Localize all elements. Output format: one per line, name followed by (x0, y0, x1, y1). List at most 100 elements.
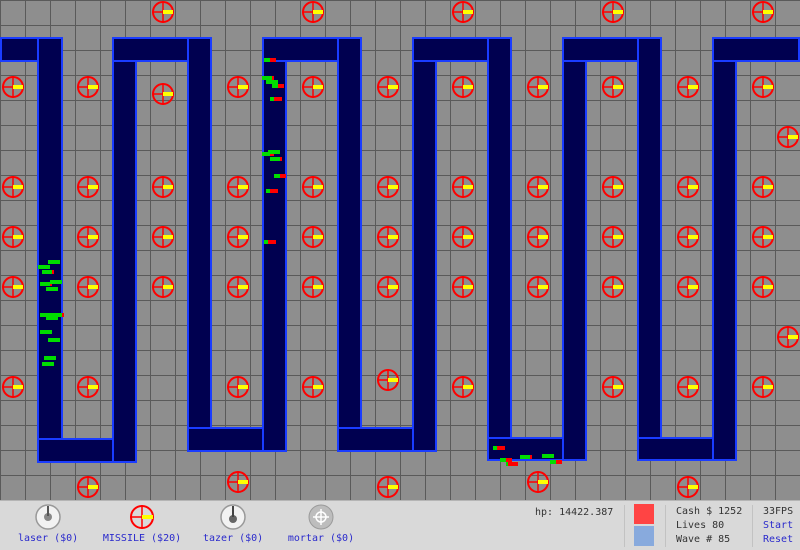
missile-tower[interactable] (751, 275, 775, 299)
game-board[interactable] (0, 0, 800, 500)
missile-tower[interactable] (301, 225, 325, 249)
missile-tower[interactable] (601, 175, 625, 199)
missile-tower[interactable] (526, 470, 550, 494)
divider (624, 505, 625, 547)
missile-tower[interactable] (76, 175, 100, 199)
missile-tower[interactable] (451, 375, 475, 399)
missile-tower[interactable] (451, 275, 475, 299)
missile-tower[interactable] (526, 225, 550, 249)
path-segment (487, 37, 512, 461)
shop-mortar-button[interactable]: mortar ($0) (285, 503, 357, 544)
missile-tower[interactable] (76, 475, 100, 499)
missile-tower[interactable] (601, 375, 625, 399)
missile-tower[interactable] (601, 75, 625, 99)
missile-tower[interactable] (301, 375, 325, 399)
missile-tower[interactable] (526, 175, 550, 199)
missile-tower[interactable] (526, 275, 550, 299)
missile-tower[interactable] (301, 175, 325, 199)
divider (665, 505, 666, 547)
missile-tower[interactable] (151, 275, 175, 299)
missile-tower[interactable] (376, 225, 400, 249)
missile-tower[interactable] (226, 175, 250, 199)
missile-tower[interactable] (676, 75, 700, 99)
missile-tower[interactable] (776, 325, 800, 349)
missile-tower[interactable] (301, 0, 325, 24)
missile-tower[interactable] (676, 475, 700, 499)
missile-turret-icon (130, 505, 154, 529)
reset-button[interactable]: Reset (763, 534, 793, 545)
missile-tower[interactable] (526, 75, 550, 99)
path-segment (37, 37, 63, 463)
missile-tower[interactable] (76, 375, 100, 399)
shop-missile-button[interactable]: MISSILE ($20) (100, 503, 184, 544)
laser-turret-icon (35, 504, 61, 530)
missile-tower[interactable] (151, 175, 175, 199)
missile-tower[interactable] (451, 225, 475, 249)
shop-mortar-label: mortar ($0) (287, 533, 355, 544)
missile-tower[interactable] (601, 0, 625, 24)
creep-health-bar (48, 260, 60, 264)
shop-tazer-button[interactable]: tazer ($0) (203, 503, 263, 544)
shop-tazer-label: tazer ($0) (203, 533, 264, 544)
missile-tower[interactable] (376, 275, 400, 299)
missile-tower[interactable] (601, 225, 625, 249)
red-color-swatch (634, 504, 654, 524)
path-segment (337, 37, 362, 452)
missile-tower[interactable] (226, 275, 250, 299)
creep-health-bar (542, 454, 554, 458)
missile-tower[interactable] (601, 275, 625, 299)
missile-tower[interactable] (451, 75, 475, 99)
missile-tower[interactable] (376, 475, 400, 499)
creep-health-bar (270, 157, 282, 161)
creep-health-bar (268, 150, 280, 154)
mortar-turret-icon (308, 504, 334, 530)
creep-health-bar (264, 240, 276, 244)
missile-tower[interactable] (1, 275, 25, 299)
creep-health-bar (40, 330, 52, 334)
missile-tower[interactable] (376, 368, 400, 392)
missile-tower[interactable] (151, 0, 175, 24)
missile-tower[interactable] (1, 375, 25, 399)
shop-laser-button[interactable]: laser ($0) (18, 503, 78, 544)
missile-tower[interactable] (676, 275, 700, 299)
missile-tower[interactable] (151, 82, 175, 106)
path-segment (712, 37, 800, 62)
missile-tower[interactable] (676, 225, 700, 249)
blue-color-swatch (634, 526, 654, 546)
missile-tower[interactable] (76, 225, 100, 249)
start-button[interactable]: Start (763, 520, 793, 531)
missile-tower[interactable] (301, 275, 325, 299)
missile-tower[interactable] (301, 75, 325, 99)
tazer-turret-icon (220, 504, 246, 530)
missile-tower[interactable] (226, 75, 250, 99)
missile-tower[interactable] (1, 75, 25, 99)
missile-tower[interactable] (1, 225, 25, 249)
path-segment (637, 37, 662, 461)
missile-tower[interactable] (376, 75, 400, 99)
missile-tower[interactable] (751, 0, 775, 24)
missile-tower[interactable] (151, 225, 175, 249)
missile-tower[interactable] (76, 275, 100, 299)
missile-tower[interactable] (1, 175, 25, 199)
missile-tower[interactable] (751, 225, 775, 249)
missile-tower[interactable] (676, 375, 700, 399)
missile-tower[interactable] (751, 375, 775, 399)
missile-tower[interactable] (751, 175, 775, 199)
missile-tower[interactable] (226, 375, 250, 399)
wave-counter: Wave # 85 (676, 534, 731, 545)
missile-tower[interactable] (376, 175, 400, 199)
missile-tower[interactable] (676, 175, 700, 199)
creep-health-bar (44, 356, 56, 360)
missile-tower[interactable] (451, 0, 475, 24)
missile-tower[interactable] (751, 75, 775, 99)
missile-tower[interactable] (226, 470, 250, 494)
lives-counter: Lives 80 (676, 520, 725, 531)
creep-health-bar (520, 455, 532, 459)
missile-tower[interactable] (76, 75, 100, 99)
shop-laser-label: laser ($0) (18, 533, 79, 544)
missile-tower[interactable] (226, 225, 250, 249)
missile-tower[interactable] (776, 125, 800, 149)
path-segment (412, 37, 437, 452)
path-segment (187, 37, 212, 452)
missile-tower[interactable] (451, 175, 475, 199)
